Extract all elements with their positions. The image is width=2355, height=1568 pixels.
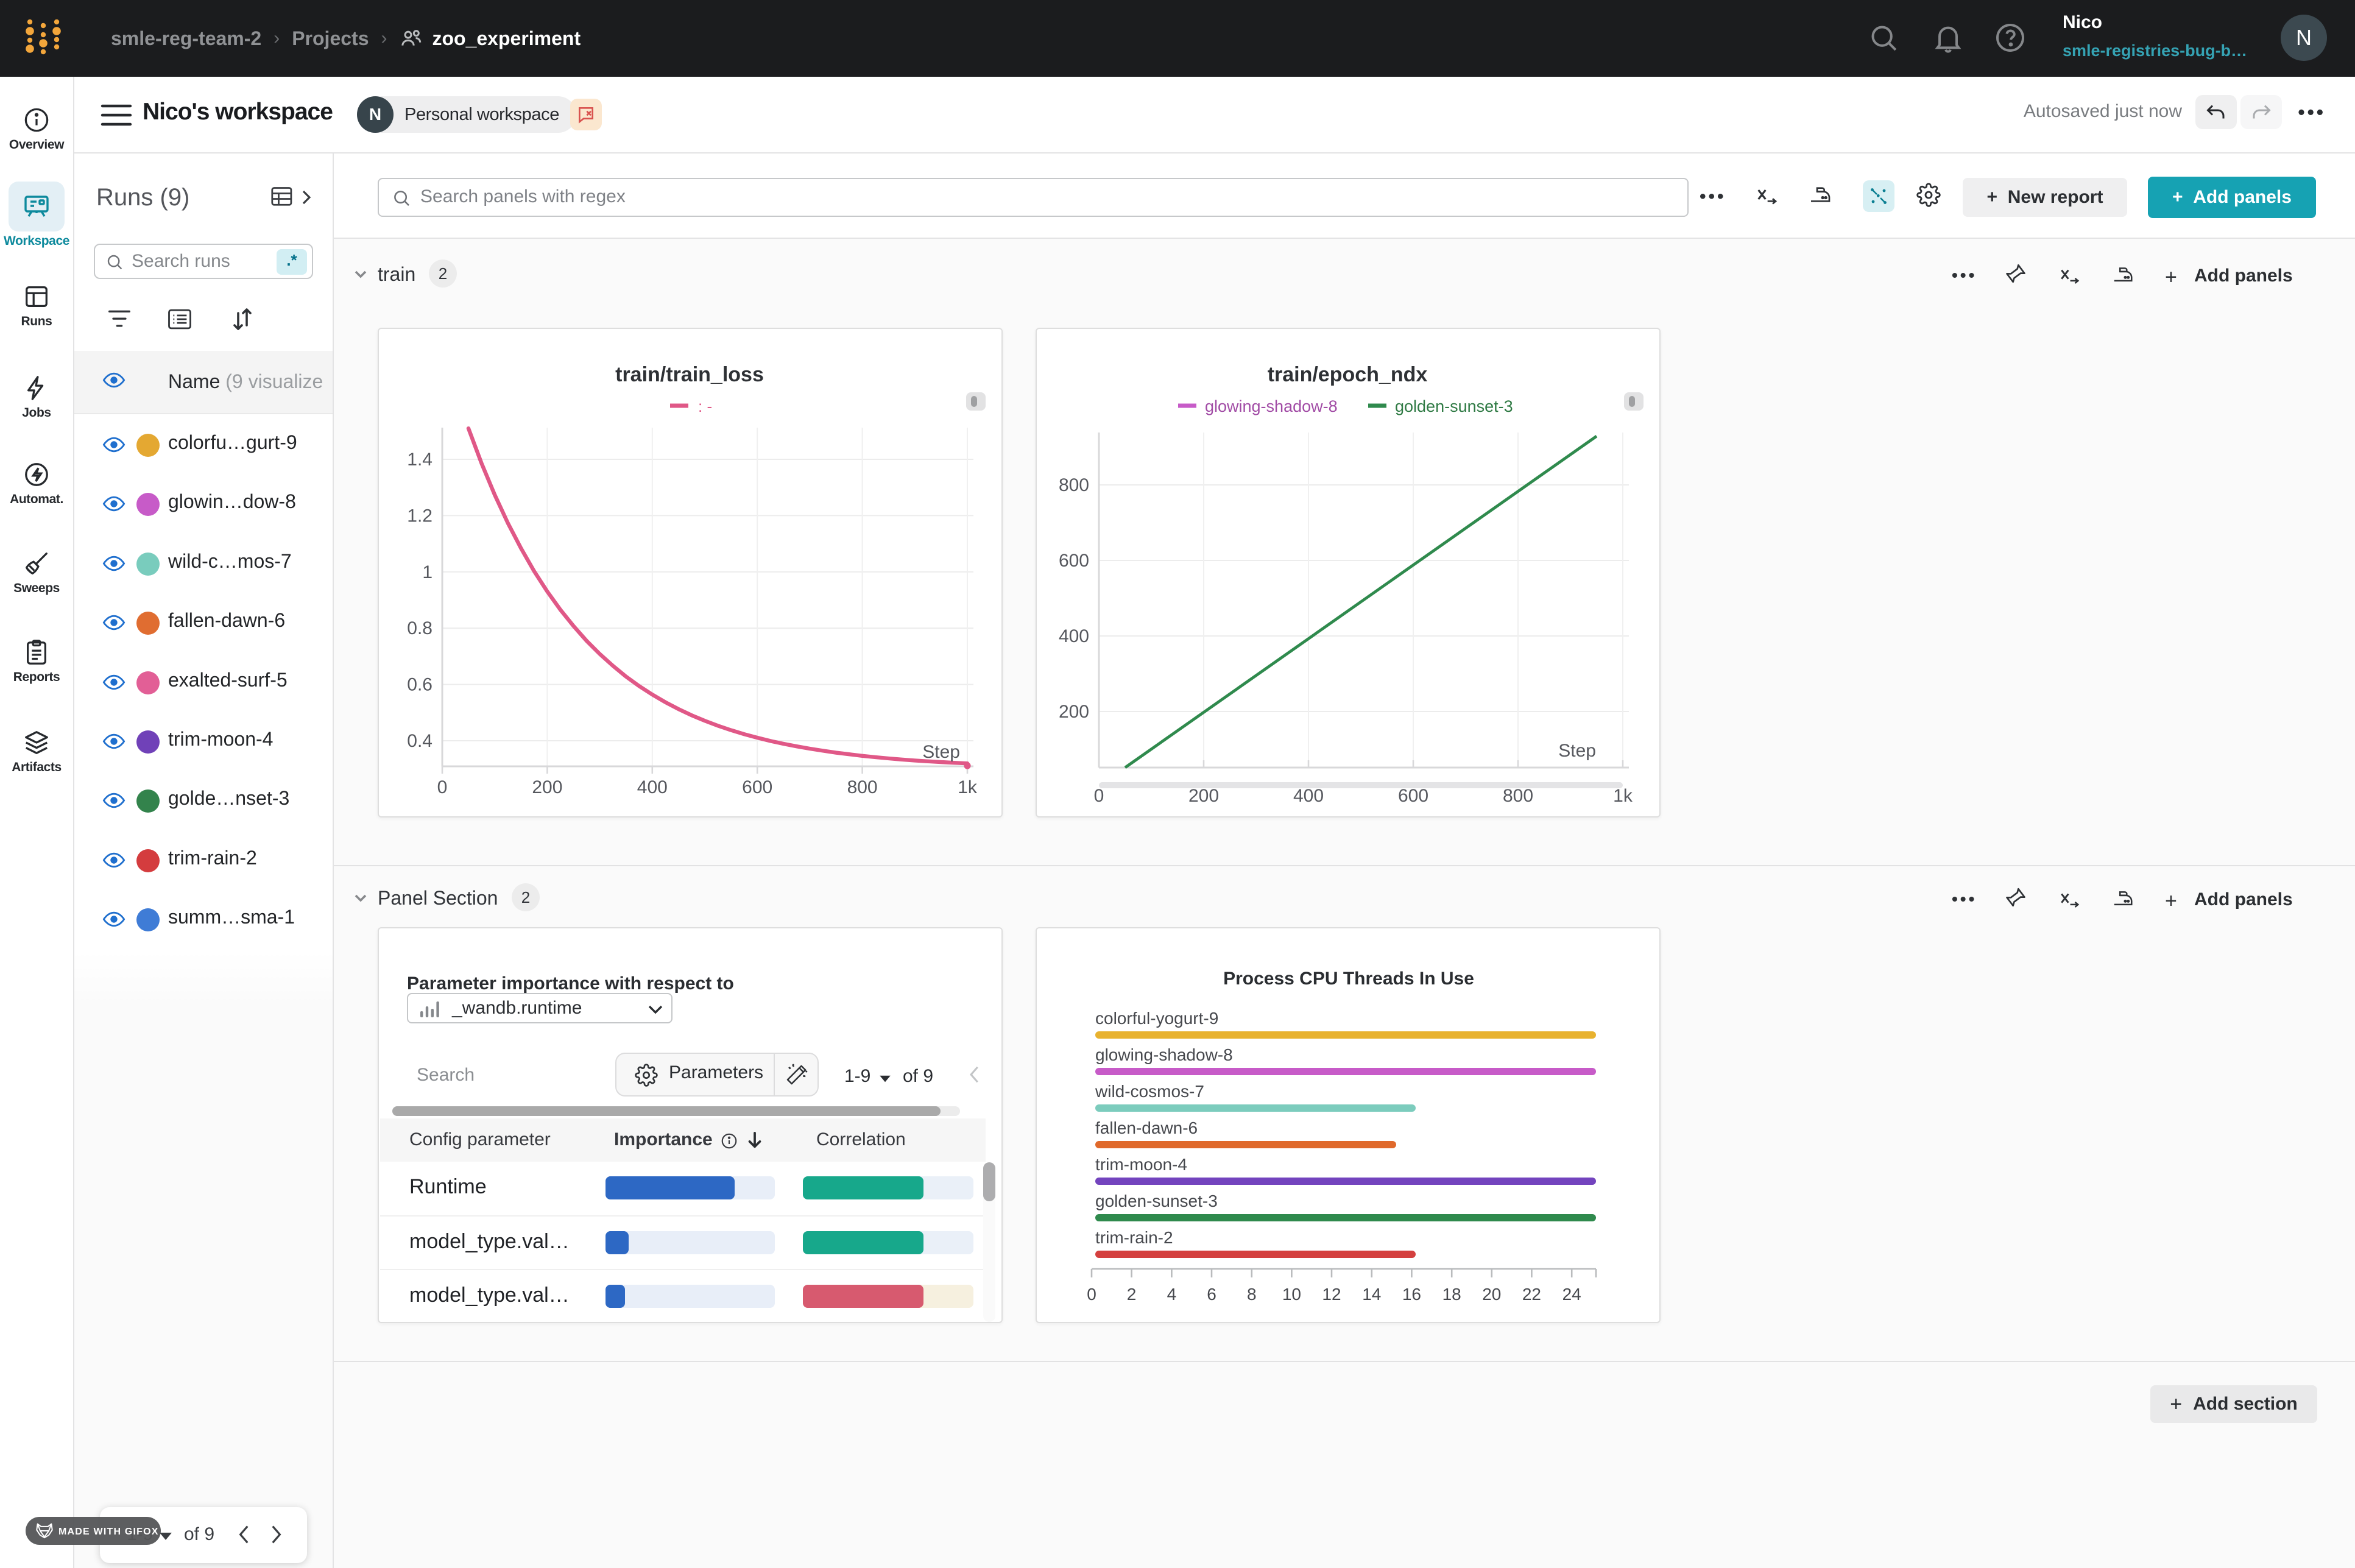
svg-text:colorful-yogurt-9: colorful-yogurt-9 xyxy=(1095,1009,1218,1028)
svg-text:: -: : - xyxy=(698,397,712,415)
svg-text:2: 2 xyxy=(1127,1285,1137,1304)
svg-text:200: 200 xyxy=(1059,702,1089,722)
svg-text:800: 800 xyxy=(1503,786,1533,806)
svg-text:400: 400 xyxy=(637,777,668,797)
svg-text:22: 22 xyxy=(1522,1285,1541,1304)
svg-text:train/epoch_ndx: train/epoch_ndx xyxy=(1268,363,1428,386)
svg-text:0: 0 xyxy=(1087,1285,1096,1304)
svg-text:glowing-shadow-8: glowing-shadow-8 xyxy=(1205,397,1338,415)
svg-text:10: 10 xyxy=(1282,1285,1301,1304)
svg-text:600: 600 xyxy=(742,777,772,797)
svg-text:glowing-shadow-8: glowing-shadow-8 xyxy=(1095,1045,1233,1064)
svg-text:6: 6 xyxy=(1207,1285,1216,1304)
svg-text:400: 400 xyxy=(1059,626,1089,646)
svg-text:20: 20 xyxy=(1482,1285,1501,1304)
svg-text:1.4: 1.4 xyxy=(407,450,433,470)
svg-text:24: 24 xyxy=(1562,1285,1581,1304)
svg-text:1k: 1k xyxy=(1613,786,1633,806)
svg-text:600: 600 xyxy=(1398,786,1428,806)
svg-text:0: 0 xyxy=(437,777,448,797)
svg-text:fallen-dawn-6: fallen-dawn-6 xyxy=(1095,1118,1198,1137)
svg-text:18: 18 xyxy=(1442,1285,1461,1304)
svg-text:0.6: 0.6 xyxy=(407,675,433,695)
svg-text:golden-sunset-3: golden-sunset-3 xyxy=(1095,1192,1218,1210)
svg-text:trim-rain-2: trim-rain-2 xyxy=(1095,1228,1173,1247)
svg-text:400: 400 xyxy=(1293,786,1324,806)
svg-text:0.4: 0.4 xyxy=(407,731,433,751)
svg-text:train/train_loss: train/train_loss xyxy=(615,363,764,386)
svg-text:1k: 1k xyxy=(958,777,978,797)
svg-text:Step: Step xyxy=(1558,741,1596,761)
svg-text:1.2: 1.2 xyxy=(407,506,433,526)
svg-text:golden-sunset-3: golden-sunset-3 xyxy=(1395,397,1513,415)
svg-text:600: 600 xyxy=(1059,551,1089,571)
svg-text:16: 16 xyxy=(1402,1285,1421,1304)
svg-text:wild-cosmos-7: wild-cosmos-7 xyxy=(1095,1082,1204,1101)
svg-text:0: 0 xyxy=(1094,786,1104,806)
svg-text:Process CPU Threads In Use: Process CPU Threads In Use xyxy=(1223,969,1474,989)
svg-text:1: 1 xyxy=(422,562,433,582)
svg-text:14: 14 xyxy=(1362,1285,1381,1304)
svg-text:200: 200 xyxy=(532,777,562,797)
svg-text:Step: Step xyxy=(922,742,960,762)
svg-text:800: 800 xyxy=(847,777,878,797)
svg-text:200: 200 xyxy=(1188,786,1219,806)
svg-text:800: 800 xyxy=(1059,475,1089,495)
svg-text:trim-moon-4: trim-moon-4 xyxy=(1095,1155,1187,1174)
svg-text:4: 4 xyxy=(1167,1285,1177,1304)
svg-text:8: 8 xyxy=(1247,1285,1257,1304)
svg-text:12: 12 xyxy=(1322,1285,1341,1304)
svg-text:0.8: 0.8 xyxy=(407,618,433,638)
